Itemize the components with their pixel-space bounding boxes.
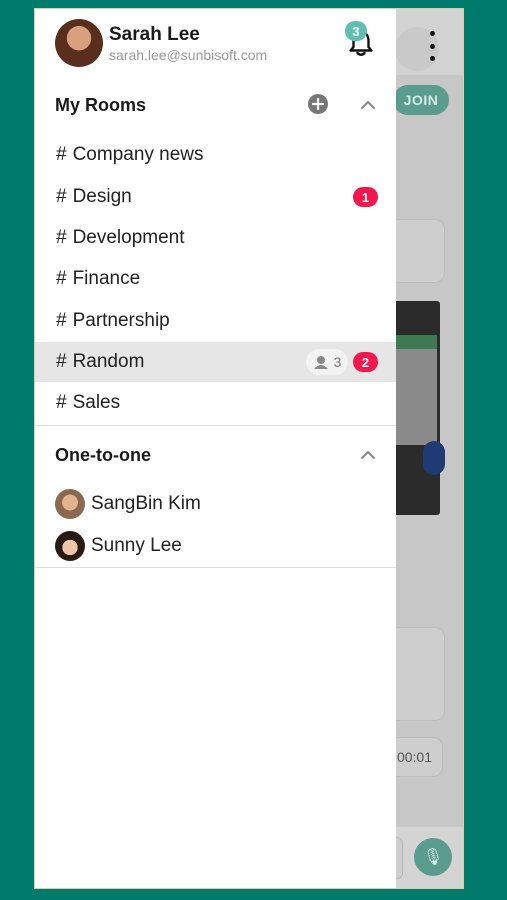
contact-name: SangBin Kim xyxy=(91,493,201,514)
section-divider xyxy=(35,425,396,426)
hash-icon: # xyxy=(56,392,67,413)
avatar xyxy=(55,489,85,519)
user-email: sarah.lee@sunbisoft.com xyxy=(109,47,268,63)
section-divider xyxy=(35,567,396,568)
hash-icon: # xyxy=(56,186,67,207)
chevron-up-icon[interactable] xyxy=(358,445,378,465)
avatar xyxy=(55,531,85,561)
contact-name: Sunny Lee xyxy=(91,535,182,556)
room-name: Sales xyxy=(72,392,121,413)
room-item-development[interactable]: # Development xyxy=(35,218,396,258)
room-name: Finance xyxy=(72,268,141,289)
room-name: Random xyxy=(72,351,145,372)
room-item-finance[interactable]: # Finance xyxy=(35,259,396,299)
one-to-one-header: One-to-one xyxy=(35,435,396,475)
room-item-sales[interactable]: # Sales xyxy=(35,383,396,423)
hash-icon: # xyxy=(56,351,67,372)
profile-header: Sarah Lee sarah.lee@sunbisoft.com 3 xyxy=(35,9,396,79)
room-name: Development xyxy=(72,227,185,248)
hash-icon: # xyxy=(56,227,67,248)
notification-count-badge: 3 xyxy=(345,21,367,41)
dm-item-sunny-lee[interactable]: Sunny Lee xyxy=(35,525,396,567)
participant-count-value: 3 xyxy=(333,354,342,370)
unread-badge: 1 xyxy=(353,187,378,207)
room-name: Design xyxy=(72,186,132,207)
phone-screen: JOIN 00:01 🎙 Sarah Lee sarah.lee@sunbiso… xyxy=(34,8,464,889)
chevron-up-icon[interactable] xyxy=(358,95,378,115)
room-name: Company news xyxy=(72,144,204,165)
hash-icon: # xyxy=(56,310,67,331)
my-rooms-title: My Rooms xyxy=(55,95,147,115)
avatar[interactable] xyxy=(55,19,103,67)
add-circle-icon[interactable] xyxy=(308,94,328,114)
dm-item-sangbin-kim[interactable]: SangBin Kim xyxy=(35,483,396,525)
my-rooms-header: My Rooms xyxy=(35,85,396,125)
join-button[interactable]: JOIN xyxy=(393,85,449,115)
room-item-partnership[interactable]: # Partnership xyxy=(35,301,396,341)
group-icon xyxy=(313,356,328,369)
hash-icon: # xyxy=(56,268,67,289)
room-item-design[interactable]: # Design 1 xyxy=(35,177,396,217)
one-to-one-title: One-to-one xyxy=(55,445,151,465)
user-name: Sarah Lee xyxy=(109,24,200,45)
room-item-random[interactable]: # Random 3 2 xyxy=(35,342,396,382)
hash-icon: # xyxy=(56,144,67,165)
room-item-company-news[interactable]: # Company news xyxy=(35,135,396,175)
room-name: Partnership xyxy=(72,310,170,331)
unread-badge: 2 xyxy=(353,352,378,372)
participant-count: 3 xyxy=(306,349,348,375)
bg-timer: 00:01 xyxy=(396,749,432,765)
mic-icon[interactable]: 🎙 xyxy=(414,838,452,876)
more-vert-icon[interactable] xyxy=(422,31,442,61)
navigation-drawer: Sarah Lee sarah.lee@sunbisoft.com 3 My R… xyxy=(35,9,396,888)
